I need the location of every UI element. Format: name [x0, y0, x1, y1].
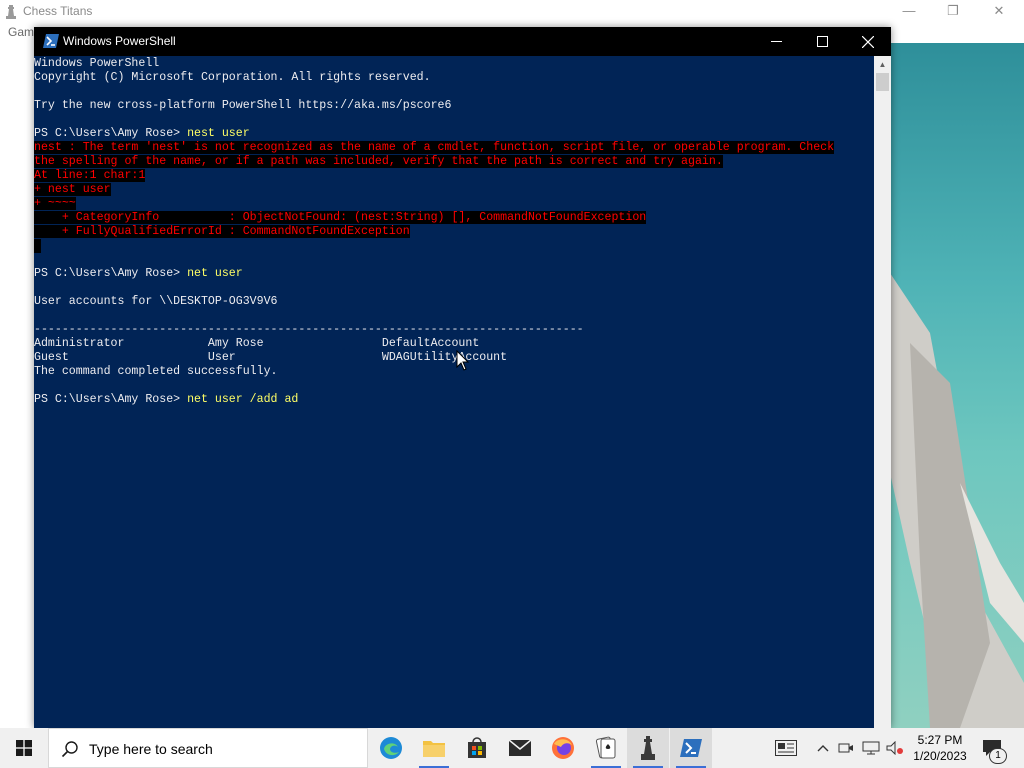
error-line: nest : The term 'nest' is not recognized… [34, 141, 874, 155]
news-icon [775, 740, 797, 756]
minimize-icon [770, 41, 782, 42]
error-text: + nest user [34, 183, 111, 196]
prompt-text: PS C:\Users\Amy Rose> [34, 267, 188, 280]
error-line: + CategoryInfo : ObjectNotFound: (nest:S… [34, 211, 874, 225]
powershell-icon [680, 739, 702, 757]
error-line: the spelling of the name, or if a path w… [34, 155, 874, 169]
network-icon [862, 741, 880, 755]
chess-icon [641, 736, 655, 760]
chess-titans-game-menu[interactable]: Gam [8, 25, 34, 39]
powershell-maximize-button[interactable] [799, 27, 845, 56]
chess-piece-image [890, 273, 1024, 728]
tray-show-hidden-icons[interactable] [814, 728, 832, 768]
powershell-minimize-button[interactable] [753, 27, 799, 56]
error-text: the spelling of the name, or if a path w… [34, 155, 723, 168]
clock-date: 1/20/2023 [913, 749, 967, 763]
error-text: + ~~~~ [34, 197, 76, 210]
webcam-icon [838, 743, 853, 753]
error-text: + FullyQualifiedErrorId : CommandNotFoun… [34, 225, 410, 238]
console-line: The command completed successfully. [34, 365, 278, 378]
taskbar-chess-titans[interactable] [627, 728, 669, 768]
edge-icon [380, 737, 402, 759]
volume-muted-icon [886, 741, 903, 755]
chess-titans-maximize-button[interactable]: ❐ [930, 0, 976, 24]
command-text: nest user [187, 127, 250, 140]
tray-meet-now[interactable] [836, 728, 856, 768]
taskbar-clock[interactable]: 5:27 PM 1/20/2023 [908, 732, 972, 764]
firefox-icon [552, 737, 574, 759]
taskbar-store[interactable] [456, 728, 498, 768]
start-button[interactable] [0, 728, 48, 768]
taskbar-mail[interactable] [499, 728, 541, 768]
store-icon [468, 737, 486, 758]
chevron-up-icon [817, 745, 829, 752]
console-line: Windows PowerShell [34, 57, 160, 70]
console-prompt-line: PS C:\Users\Amy Rose> nest user [34, 127, 874, 141]
taskbar-search-box[interactable]: Type here to search [48, 728, 368, 768]
taskbar-powershell[interactable] [670, 728, 712, 768]
chess-board-scene[interactable] [890, 43, 1024, 728]
maximize-icon [816, 36, 828, 47]
console-blank-line [34, 239, 874, 253]
powershell-titlebar[interactable]: Windows PowerShell [34, 27, 891, 56]
console-line: Copyright (C) Microsoft Corporation. All… [34, 71, 431, 84]
chess-titans-close-button[interactable]: ✕ [976, 0, 1022, 24]
error-text: + CategoryInfo : ObjectNotFound: (nest:S… [34, 211, 647, 224]
file-explorer-icon [423, 741, 445, 757]
chess-titans-minimize-button[interactable]: — [886, 0, 932, 24]
notification-count-badge: 1 [989, 748, 1007, 764]
prompt-text: PS C:\Users\Amy Rose> [34, 127, 188, 140]
chess-titans-app-icon [6, 5, 16, 19]
error-line: + nest user [34, 183, 874, 197]
taskbar-solitaire[interactable] [585, 728, 627, 768]
powershell-title: Windows PowerShell [63, 34, 176, 48]
command-text: net user [187, 267, 243, 280]
taskbar: Type here to search 5:27 PM 1/20/2023 1 [0, 728, 1024, 768]
close-icon [862, 35, 874, 48]
prompt-text: PS C:\Users\Amy Rose> [34, 393, 188, 406]
user-accounts-row: Guest User WDAGUtilityAccount [34, 351, 508, 364]
powershell-icon [43, 34, 59, 48]
taskbar-file-explorer[interactable] [413, 728, 455, 768]
tray-network[interactable] [860, 728, 882, 768]
error-text: nest : The term 'nest' is not recognized… [34, 141, 835, 154]
clock-time: 5:27 PM [917, 733, 963, 747]
console-line: Try the new cross-platform PowerShell ht… [34, 99, 452, 112]
console-prompt-line[interactable]: PS C:\Users\Amy Rose> net user /add ad [34, 393, 874, 407]
windows-logo-icon [16, 740, 32, 756]
scrollbar-thumb[interactable] [876, 73, 889, 91]
mouse-pointer-icon [456, 350, 470, 371]
solitaire-icon [595, 736, 616, 759]
user-accounts-row: Administrator Amy Rose DefaultAccount [34, 337, 480, 350]
error-text: At line:1 char:1 [34, 169, 146, 182]
tray-news-widget[interactable] [772, 728, 800, 768]
error-line: + ~~~~ [34, 197, 874, 211]
powershell-console[interactable]: Windows PowerShell Copyright (C) Microso… [34, 56, 874, 728]
console-line: User accounts for \\DESKTOP-OG3V9V6 [34, 295, 278, 308]
tray-volume[interactable] [884, 728, 906, 768]
error-line: At line:1 char:1 [34, 169, 874, 183]
console-prompt-line: PS C:\Users\Amy Rose> net user [34, 267, 874, 281]
powershell-window[interactable]: Windows PowerShell Windows PowerShell Co… [34, 27, 891, 728]
chess-titans-title: Chess Titans [23, 4, 93, 18]
mail-icon [508, 739, 532, 756]
console-separator: ----------------------------------------… [34, 323, 584, 336]
taskbar-edge[interactable] [370, 728, 412, 768]
error-line: + FullyQualifiedErrorId : CommandNotFoun… [34, 225, 874, 239]
powershell-close-button[interactable] [845, 27, 891, 56]
taskbar-firefox[interactable] [542, 728, 584, 768]
scroll-up-arrow-icon[interactable]: ▲ [874, 56, 891, 73]
chess-titans-titlebar[interactable]: Chess Titans — ❐ ✕ [0, 0, 1024, 24]
search-placeholder: Type here to search [89, 741, 213, 757]
search-icon [61, 741, 78, 758]
powershell-scrollbar[interactable]: ▲ [874, 56, 891, 728]
command-input-text[interactable]: net user /add ad [187, 393, 298, 406]
